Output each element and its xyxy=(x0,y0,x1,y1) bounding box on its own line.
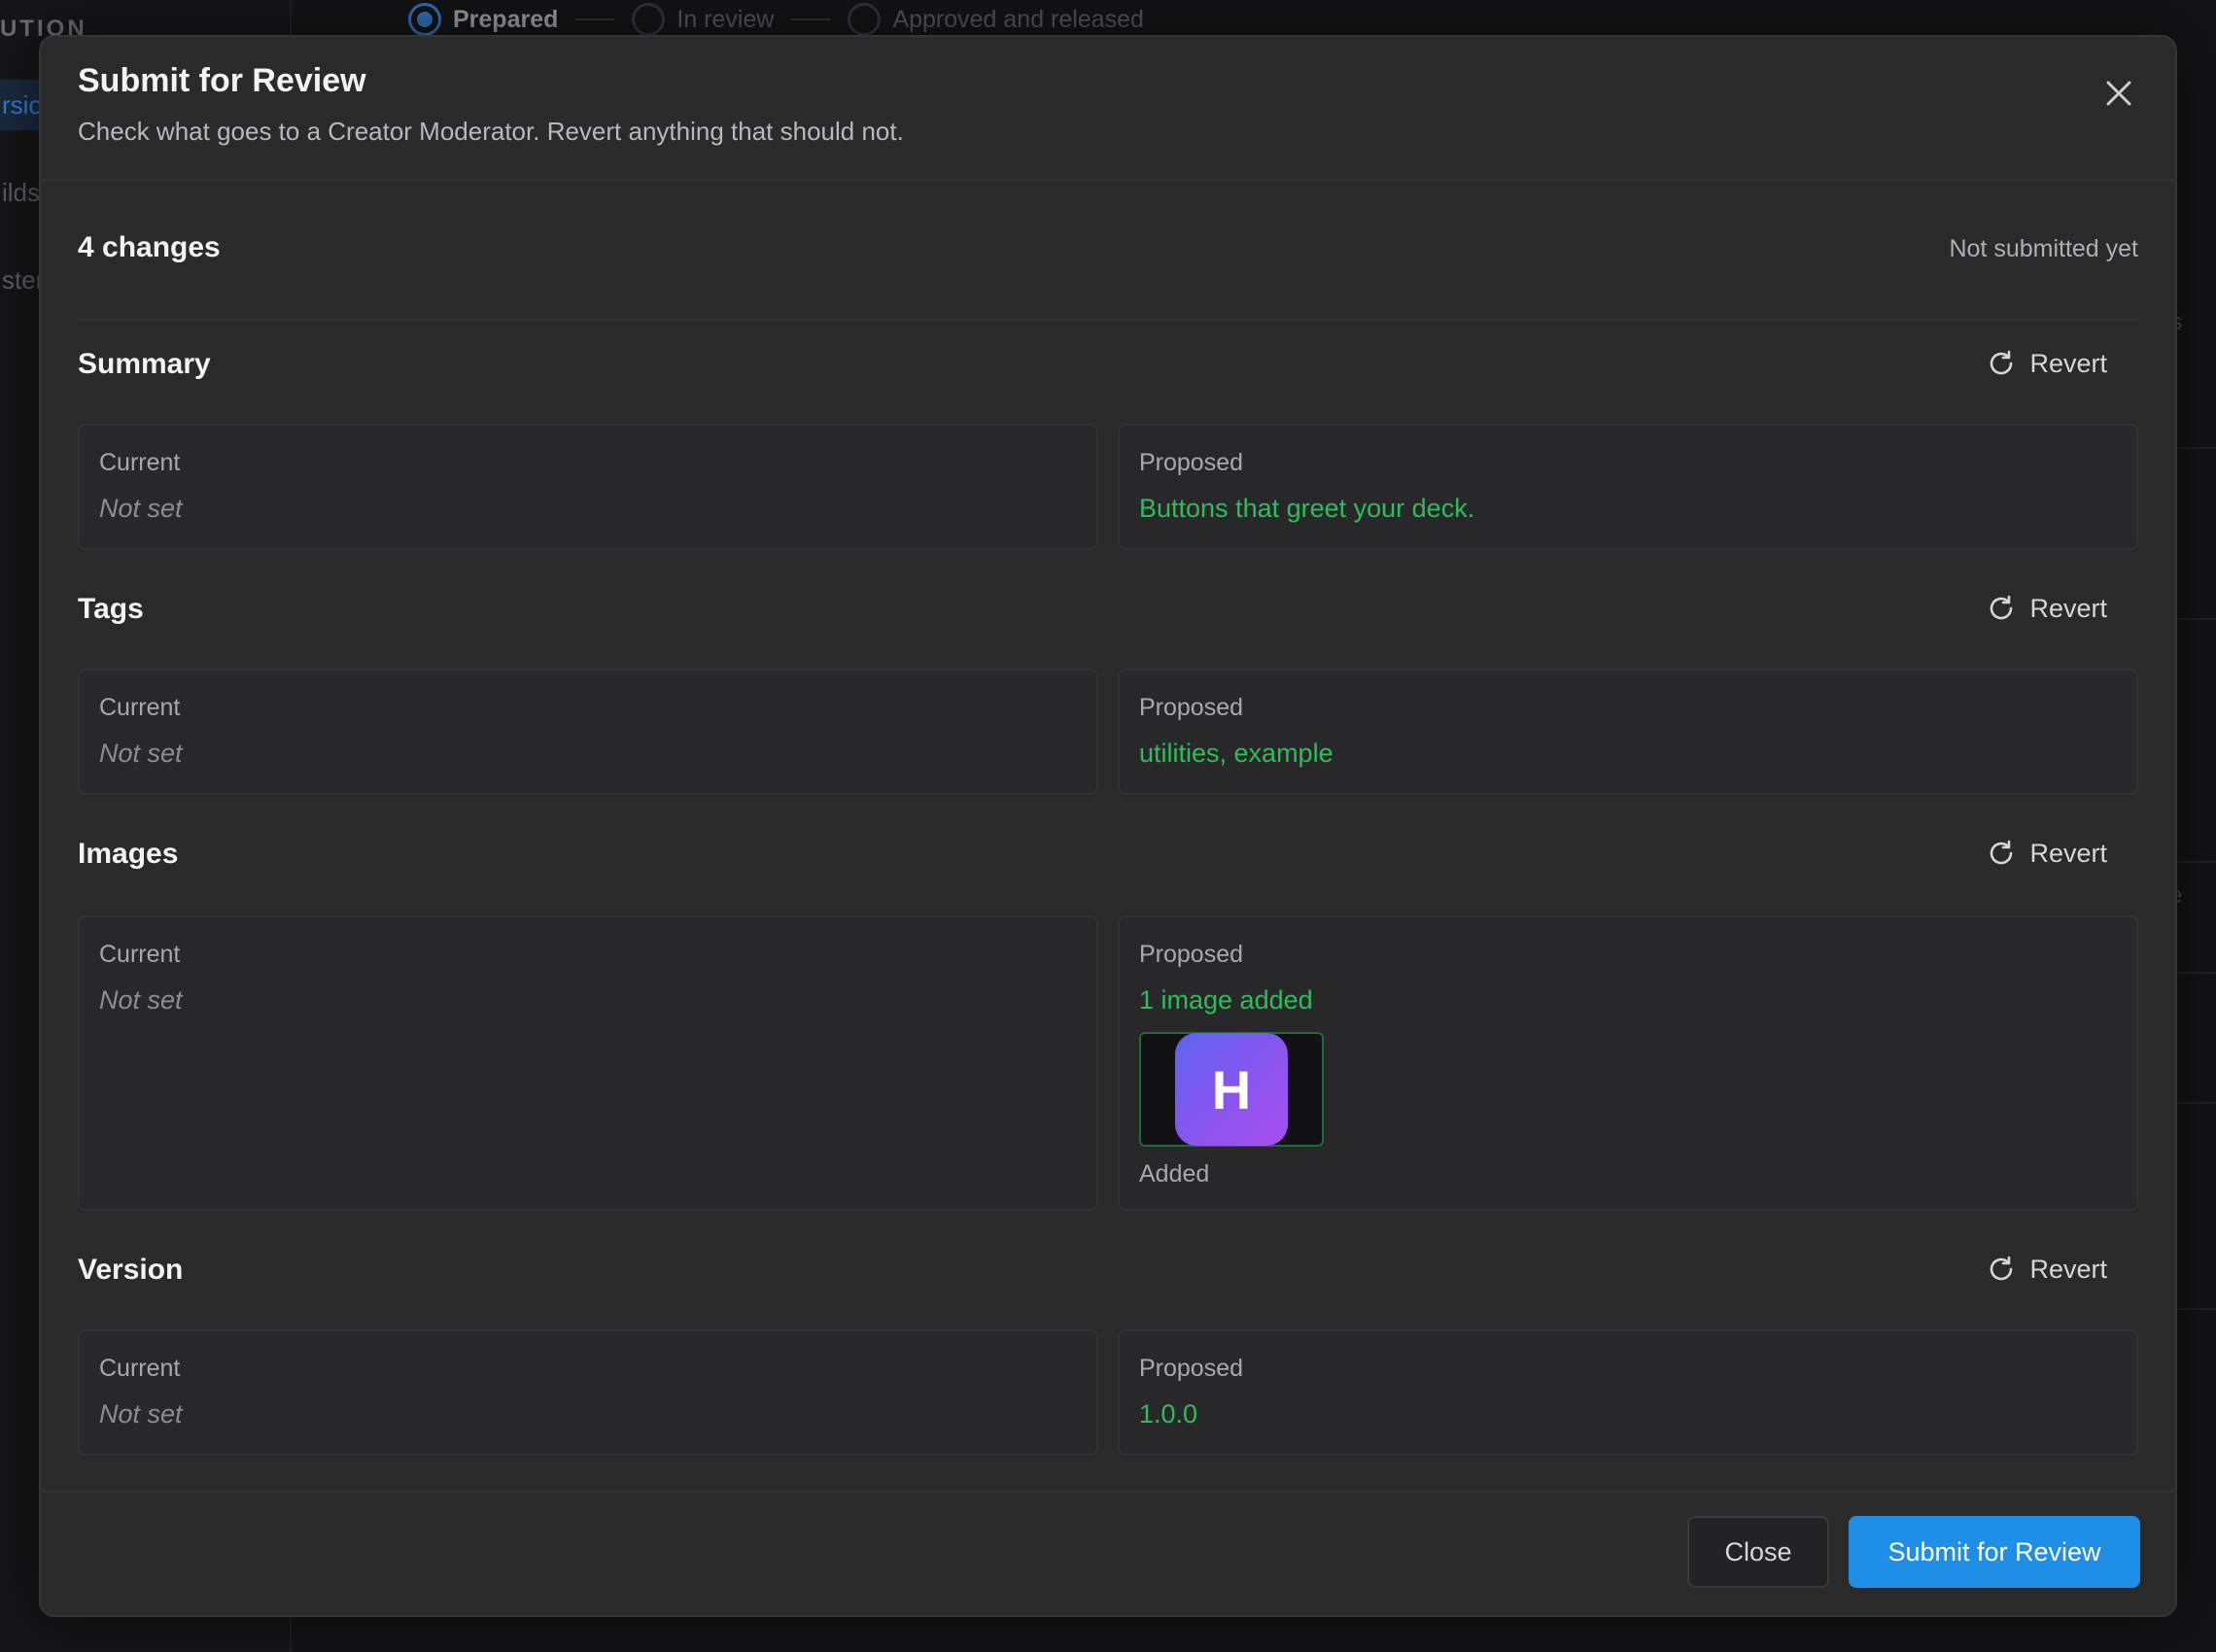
revert-label: Revert xyxy=(2029,838,2107,868)
current-value: Not set xyxy=(99,739,183,768)
current-value: Not set xyxy=(99,985,183,1015)
current-value-panel: Current Not set xyxy=(78,1329,1098,1456)
current-label: Current xyxy=(99,1355,181,1382)
step-approved: Approved and released xyxy=(848,3,1144,36)
dialog-title: Submit for Review xyxy=(78,62,366,99)
revert-label: Revert xyxy=(2029,348,2107,378)
background-divider xyxy=(2177,447,2216,449)
current-label: Current xyxy=(99,941,181,968)
revert-icon xyxy=(1991,595,2013,620)
step-label: Approved and released xyxy=(892,5,1144,33)
proposed-label: Proposed xyxy=(1139,941,1244,968)
revert-icon xyxy=(1991,350,2013,375)
proposed-label: Proposed xyxy=(1139,449,1244,476)
proposed-value: Buttons that greet your deck. xyxy=(1139,494,1475,523)
dialog-subtitle: Check what goes to a Creator Moderator. … xyxy=(78,117,904,146)
close-icon xyxy=(2106,81,2131,106)
current-value: Not set xyxy=(99,1399,183,1428)
section-title: Images xyxy=(78,838,179,870)
step-label: In review xyxy=(676,5,775,33)
dialog-footer: Close Submit for Review xyxy=(41,1491,2175,1619)
revert-tags-button[interactable]: Revert xyxy=(1987,589,2107,628)
background-divider xyxy=(2177,861,2216,863)
current-label: Current xyxy=(99,449,181,476)
step-radio-icon xyxy=(848,3,882,36)
revert-label: Revert xyxy=(2029,593,2107,623)
step-in-review: In review xyxy=(632,3,774,36)
proposed-value-panel: Proposed Buttons that greet your deck. xyxy=(1118,424,2138,550)
revert-label: Revert xyxy=(2029,1254,2107,1284)
revert-summary-button[interactable]: Revert xyxy=(1987,344,2107,383)
proposed-value-panel: Proposed utilities, example xyxy=(1118,669,2138,795)
background-divider xyxy=(2177,1308,2216,1310)
submit-review-dialog: Submit for Review Check what goes to a C… xyxy=(39,35,2177,1617)
revert-icon xyxy=(1991,840,2013,865)
section-title: Version xyxy=(78,1254,184,1286)
background-divider xyxy=(2177,1102,2216,1104)
step-connector xyxy=(575,18,615,20)
current-value: Not set xyxy=(99,494,183,523)
current-label: Current xyxy=(99,694,181,721)
step-radio-icon xyxy=(632,3,666,36)
current-value-panel: Current Not set xyxy=(78,915,1098,1211)
dialog-header: Submit for Review Check what goes to a C… xyxy=(41,37,2175,181)
changes-summary-row: 4 changes Not submitted yet xyxy=(78,181,2138,321)
proposed-value-panel: Proposed 1 image added H Added xyxy=(1118,915,2138,1211)
proposed-value: 1.0.0 xyxy=(1139,1399,1198,1428)
background-divider xyxy=(2177,972,2216,974)
current-value-panel: Current Not set xyxy=(78,424,1098,550)
proposed-value-panel: Proposed 1.0.0 xyxy=(1118,1329,2138,1456)
step-prepared: Prepared xyxy=(408,3,558,36)
step-label: Prepared xyxy=(453,5,559,33)
image-status-caption: Added xyxy=(1139,1160,1210,1187)
image-thumbnail[interactable]: H xyxy=(1139,1032,1324,1147)
app-icon: H xyxy=(1175,1033,1288,1146)
step-connector xyxy=(791,18,831,20)
proposed-label: Proposed xyxy=(1139,694,1244,721)
background-divider xyxy=(2177,618,2216,620)
current-value-panel: Current Not set xyxy=(78,669,1098,795)
revert-images-button[interactable]: Revert xyxy=(1987,834,2107,873)
submit-for-review-button[interactable]: Submit for Review xyxy=(1849,1516,2140,1588)
release-stepper: Prepared In review Approved and released xyxy=(408,2,1144,37)
close-dialog-button[interactable] xyxy=(2095,70,2142,117)
section-title: Tags xyxy=(78,593,144,625)
revert-version-button[interactable]: Revert xyxy=(1987,1250,2107,1289)
close-button[interactable]: Close xyxy=(1687,1516,1829,1588)
step-radio-icon xyxy=(408,3,441,36)
proposed-value: utilities, example xyxy=(1139,739,1333,768)
proposed-label: Proposed xyxy=(1139,1355,1244,1382)
revert-icon xyxy=(1991,1256,2013,1281)
submission-status: Not submitted yet xyxy=(1949,235,2138,262)
section-title: Summary xyxy=(78,348,211,380)
proposed-value: 1 image added xyxy=(1139,985,1313,1015)
changes-count: 4 changes xyxy=(78,231,221,263)
